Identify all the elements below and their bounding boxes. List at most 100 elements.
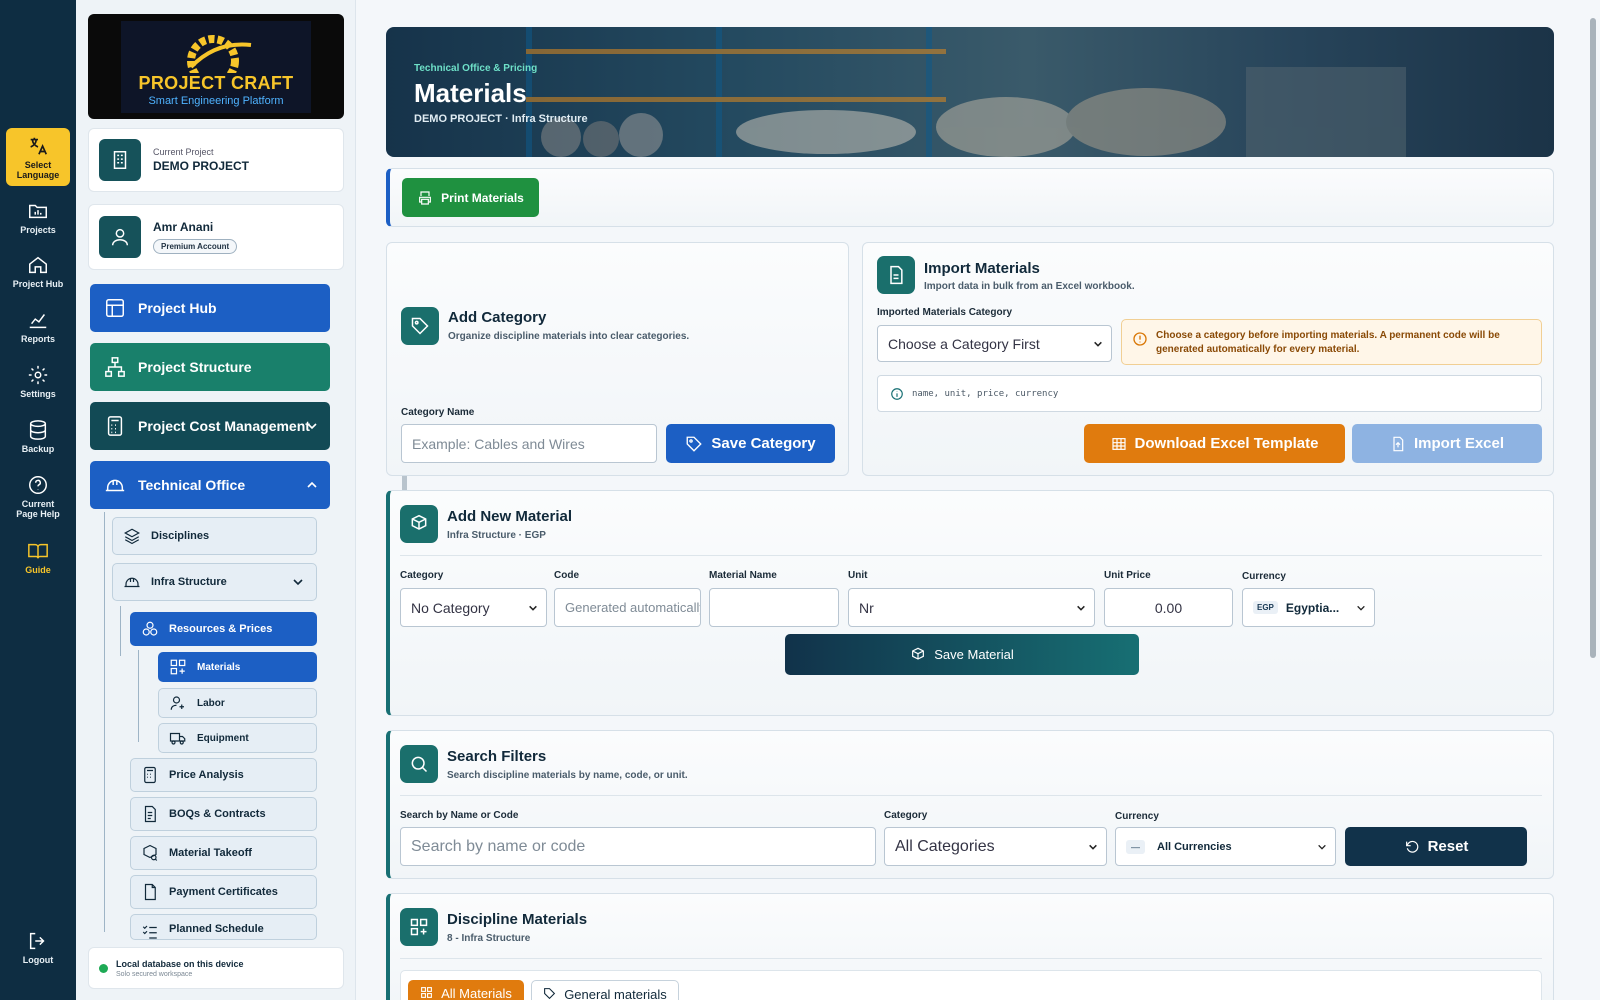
rail-label: Backup (21, 444, 55, 454)
logo-subtitle: Smart Engineering Platform (148, 94, 284, 107)
select-language-button[interactable]: Select Language (6, 128, 70, 186)
nav-material-takeoff[interactable]: Material Takeoff (130, 836, 317, 870)
rail-guide[interactable]: Guide (6, 540, 70, 575)
nav-label: Resources & Prices (169, 623, 273, 635)
current-project-card[interactable]: Current Project DEMO PROJECT (88, 128, 344, 192)
nav-project-hub[interactable]: Project Hub (90, 284, 330, 332)
unit-select[interactable]: Nr (848, 588, 1095, 627)
hard-hat-icon (124, 577, 140, 588)
rail-settings[interactable]: Settings (6, 364, 70, 399)
file-text-icon (890, 265, 903, 285)
nav-price-analysis[interactable]: Price Analysis (130, 758, 317, 792)
section-icon (877, 256, 915, 294)
page-scrollbar[interactable] (1590, 18, 1596, 658)
box-search-icon (143, 844, 158, 861)
page-hero: Technical Office & Pricing Materials DEM… (386, 27, 1554, 157)
warning-text: Choose a category before importing mater… (1156, 330, 1500, 355)
nav-labor[interactable]: Labor (158, 688, 317, 718)
rail-project-hub[interactable]: Project Hub (6, 254, 70, 289)
add-category-panel: Add Category Organize discipline materia… (386, 242, 849, 476)
chevron-down-icon (1077, 605, 1085, 611)
section-subtitle: Import data in bulk from an Excel workbo… (924, 281, 1135, 292)
rotate-ccw-icon (1405, 840, 1418, 853)
layout-icon (106, 299, 124, 317)
nav-label: Materials (197, 661, 241, 673)
section-title: Import Materials (924, 260, 1040, 277)
filter-currency-select[interactable]: — All Currencies (1115, 827, 1336, 866)
chevron-down-icon (1318, 844, 1326, 850)
nav-resources-prices[interactable]: Resources & Prices (130, 612, 317, 646)
info-icon (891, 387, 903, 400)
button-label: Reset (1427, 838, 1469, 855)
category-name-input[interactable]: Example: Cables and Wires (401, 424, 657, 463)
currency-select[interactable]: EGP Egyptia... (1242, 588, 1375, 627)
section-icon (400, 908, 438, 946)
rail-backup[interactable]: Backup (6, 419, 70, 454)
tag-icon (686, 436, 703, 452)
nav-label: Infra Structure (151, 576, 227, 588)
nav-label: Payment Certificates (169, 886, 278, 898)
rail-label: Reports (20, 334, 55, 344)
currency-dash-chip: — (1126, 839, 1145, 854)
nav-label: Project Structure (138, 359, 252, 375)
section-subtitle: Organize discipline materials into clear… (448, 331, 690, 342)
section-title: Add Category (448, 309, 547, 326)
currency-label: Currency (1242, 571, 1286, 582)
document-list-icon (144, 805, 156, 823)
app-logo: PROJECT CRAFT Smart Engineering Platform (88, 14, 344, 119)
tab-general-materials[interactable]: General materials (531, 980, 679, 1000)
nav-boqs[interactable]: BOQs & Contracts (130, 797, 317, 831)
gear-logo-icon (187, 34, 252, 73)
import-excel-button[interactable]: Import Excel (1352, 424, 1542, 463)
printer-icon (419, 190, 432, 205)
button-label: Save Material (934, 647, 1014, 662)
tab-all-materials[interactable]: All Materials (408, 980, 524, 1000)
rail-help[interactable]: Current Page Help (6, 474, 70, 519)
nav-project-structure[interactable]: Project Structure (90, 343, 330, 391)
material-category-select[interactable]: No Category (400, 588, 547, 627)
rail-projects[interactable]: Projects (6, 200, 70, 235)
unit-label: Unit (848, 570, 868, 581)
material-name-label: Material Name (709, 570, 777, 581)
sidebar: PROJECT CRAFT Smart Engineering Platform… (76, 0, 407, 1000)
home-icon (29, 256, 47, 274)
user-card[interactable]: Amr Anani Premium Account (88, 204, 344, 270)
code-input[interactable]: Generated automatically (554, 588, 701, 627)
table-icon (1111, 437, 1126, 450)
download-template-button[interactable]: Download Excel Template (1084, 424, 1345, 463)
rail-reports[interactable]: Reports (6, 309, 70, 344)
layers-icon (124, 528, 140, 545)
nav-technical-office[interactable]: Technical Office (90, 461, 330, 509)
hero-meta: DEMO PROJECT · Infra Structure (414, 113, 588, 125)
nav-cost-management[interactable]: Project Cost Management (90, 402, 330, 450)
print-materials-button[interactable]: Print Materials (402, 178, 539, 217)
material-name-input[interactable] (709, 588, 839, 627)
search-icon (411, 756, 428, 773)
save-category-button[interactable]: Save Category (666, 424, 835, 463)
nav-payment-certificates[interactable]: Payment Certificates (130, 875, 317, 909)
section-subtitle: Search discipline materials by name, cod… (447, 770, 688, 781)
save-material-button[interactable]: Save Material (785, 634, 1139, 675)
nav-label: Equipment (197, 732, 249, 744)
filter-category-select[interactable]: All Categories (884, 827, 1107, 866)
nav-disciplines[interactable]: Disciplines (112, 517, 317, 555)
unit-price-input[interactable]: 0.00 (1104, 588, 1233, 627)
nav-infra-structure[interactable]: Infra Structure (112, 563, 317, 601)
chevron-down-icon (1357, 605, 1365, 611)
section-title: Discipline Materials (447, 911, 588, 928)
user-icon (111, 228, 129, 246)
nav-materials[interactable]: Materials (158, 652, 317, 682)
tab-label: All Materials (441, 986, 512, 1000)
nav-equipment[interactable]: Equipment (158, 723, 317, 753)
rail-label: Guide (25, 565, 51, 575)
reset-button[interactable]: Reset (1345, 827, 1527, 866)
hard-hat-icon (105, 479, 125, 492)
import-category-select[interactable]: Choose a Category First (877, 325, 1112, 362)
checklist-icon (142, 925, 157, 939)
rail-logout[interactable]: Logout (6, 930, 70, 965)
hierarchy-icon (105, 357, 125, 377)
nav-planned-schedule[interactable]: Planned Schedule (130, 914, 317, 940)
search-input[interactable]: Search by name or code (400, 827, 876, 866)
chevron-down-icon (1094, 341, 1102, 347)
db-subtitle: Solo secured workspace (116, 970, 193, 978)
